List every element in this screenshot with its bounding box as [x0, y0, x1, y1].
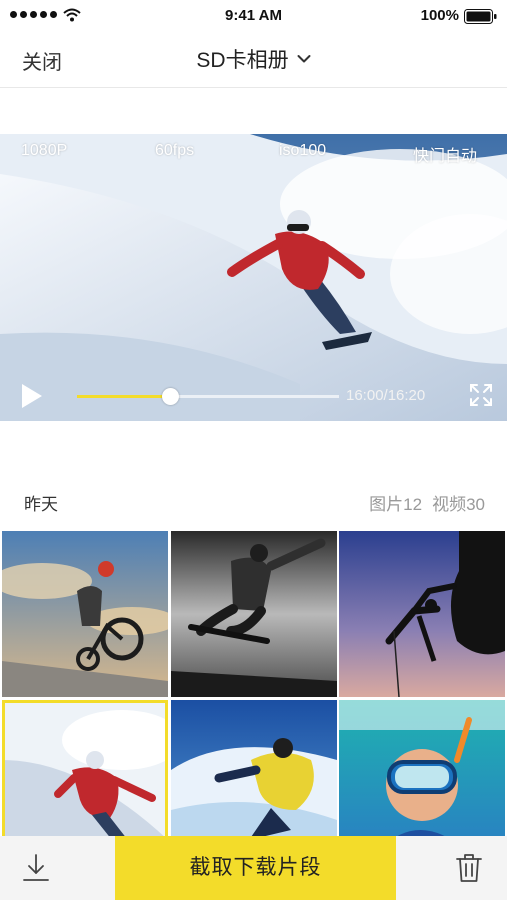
section-header: 昨天 图片12 视频30 [0, 486, 507, 516]
video-player[interactable]: 1080P 60fps iso100 快门自动 [0, 134, 507, 421]
delete-button[interactable] [396, 836, 507, 900]
shutter-label: 快门自动 [413, 148, 478, 165]
trash-icon [456, 854, 482, 882]
status-bar: 9:41 AM 100% [0, 0, 507, 32]
nav-bar: 关闭 SD卡相册 [0, 32, 507, 88]
thumbnail-grid [0, 531, 507, 866]
download-icon [23, 854, 49, 881]
fullscreen-icon[interactable] [469, 383, 493, 407]
media-counts: 图片12 视频30 [369, 490, 485, 515]
time-readout: 16:00/16:20 [346, 387, 426, 404]
photo-count: 图片12 [369, 495, 423, 514]
thumbnail-rock-climber[interactable] [339, 531, 505, 697]
progress-knob[interactable] [161, 388, 179, 405]
play-icon[interactable] [20, 382, 44, 410]
iso-label: iso100 [279, 142, 327, 159]
framerate-label: 60fps [155, 142, 195, 159]
progress-slider[interactable] [77, 388, 339, 405]
battery-percent: 100% [420, 7, 459, 24]
bottom-toolbar: 截取下载片段 [0, 836, 507, 900]
extract-download-segment-button[interactable]: 截取下载片段 [115, 836, 396, 900]
section-date: 昨天 [24, 495, 58, 514]
battery-icon [464, 9, 497, 24]
thumbnail-bmx-rider[interactable] [2, 531, 168, 697]
album-selector[interactable]: SD卡相册 [0, 44, 507, 74]
resolution-label: 1080P [21, 142, 68, 159]
progress-fill [77, 395, 170, 398]
chevron-down-icon [297, 55, 311, 63]
video-count: 视频30 [432, 495, 485, 514]
album-title: SD卡相册 [196, 49, 289, 72]
video-frame-snowboarder [0, 134, 507, 421]
thumbnail-skateboard-jump[interactable] [171, 531, 337, 697]
download-button[interactable] [0, 836, 115, 900]
